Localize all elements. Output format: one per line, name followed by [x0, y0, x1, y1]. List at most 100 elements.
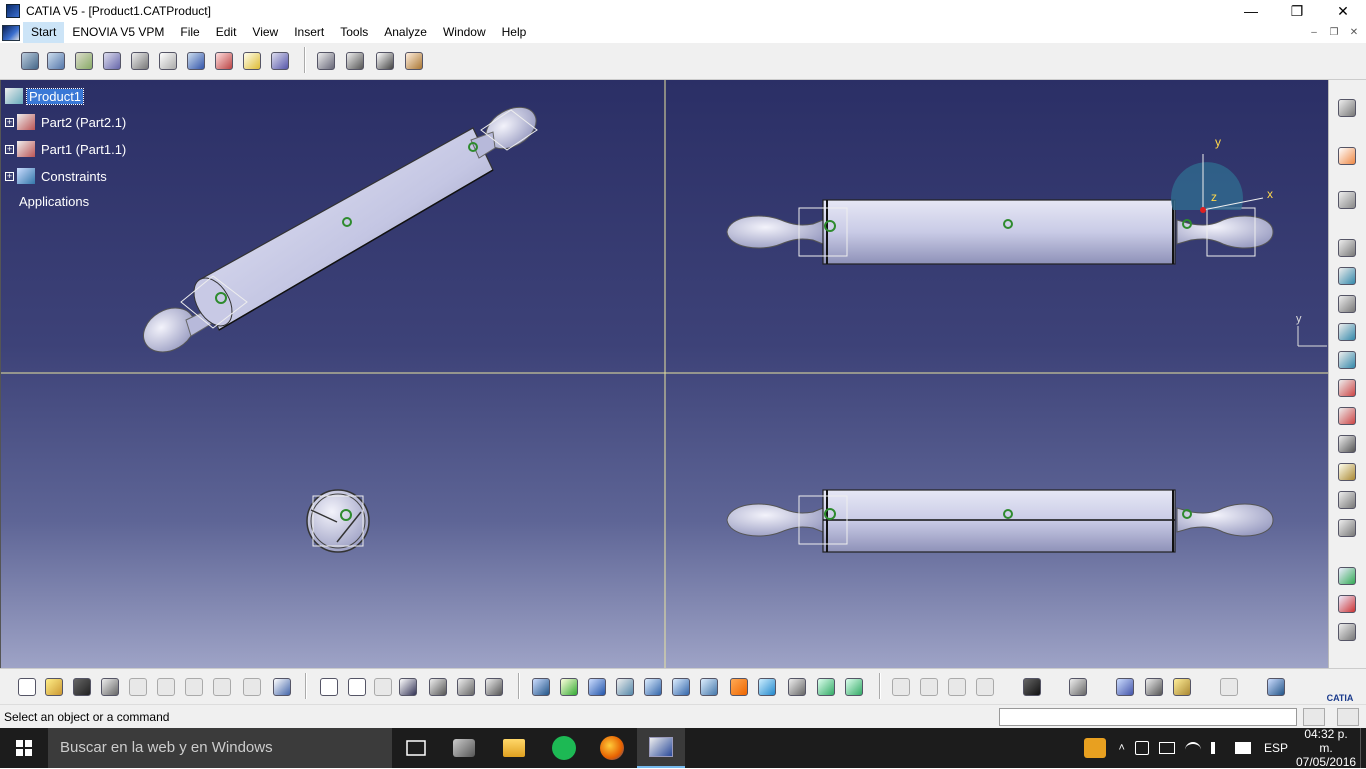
input-language[interactable]: ESP — [1264, 741, 1288, 755]
doc-minimize-button[interactable]: – — [1304, 22, 1324, 43]
action-center-icon[interactable] — [1234, 742, 1251, 754]
fix-component-icon[interactable] — [1335, 348, 1359, 372]
menu-tools[interactable]: Tools — [332, 22, 376, 43]
measure-item-icon[interactable] — [917, 675, 941, 699]
new-file-icon[interactable] — [15, 675, 39, 699]
analysis-icon[interactable] — [973, 675, 997, 699]
measure-inertia-icon[interactable] — [945, 675, 969, 699]
copy-icon[interactable] — [154, 675, 178, 699]
tree-label-constraints[interactable]: Constraints — [39, 169, 109, 184]
existing-component-icon[interactable] — [100, 49, 124, 73]
tree-node-applications[interactable]: Applications — [17, 194, 91, 209]
close-button[interactable]: ✕ — [1320, 0, 1366, 22]
windows-start-button[interactable] — [0, 728, 48, 768]
fit-all-in-icon[interactable] — [557, 675, 581, 699]
formula-icon[interactable] — [317, 675, 341, 699]
wifi-icon[interactable] — [1184, 742, 1201, 754]
scenes-icon[interactable] — [1066, 675, 1090, 699]
generate-numbering-icon[interactable] — [212, 49, 236, 73]
selection-trap-icon[interactable] — [1335, 188, 1359, 212]
shading-icon[interactable] — [785, 675, 809, 699]
network-settings-icon[interactable] — [1134, 741, 1149, 755]
graph-tree-reorder-icon[interactable] — [184, 49, 208, 73]
catalog-browser-icon[interactable] — [426, 675, 450, 699]
menu-help[interactable]: Help — [494, 22, 535, 43]
hide-show-icon[interactable] — [814, 675, 838, 699]
taskbar-clock[interactable]: 04:32 p. m. 07/05/2016 — [1296, 727, 1356, 769]
macros-icon[interactable] — [482, 675, 506, 699]
multi-view-icon[interactable] — [727, 675, 751, 699]
pocket-icon[interactable] — [1335, 620, 1359, 644]
notification-app-icon[interactable] — [1083, 738, 1106, 758]
new-product-icon[interactable] — [44, 49, 68, 73]
open-folder-icon[interactable] — [42, 675, 66, 699]
catia-taskbar-icon[interactable] — [637, 728, 685, 768]
command-validate-button[interactable] — [1303, 708, 1325, 726]
quick-constraint-icon[interactable] — [1335, 404, 1359, 428]
snap-icon[interactable] — [343, 49, 367, 73]
rotate-icon[interactable] — [613, 675, 637, 699]
angle-constraint-icon[interactable] — [1335, 320, 1359, 344]
iso-view-icon[interactable] — [755, 675, 779, 699]
knowledge-advisor-icon[interactable] — [345, 675, 369, 699]
tree-label-root[interactable]: Product1 — [25, 87, 85, 105]
eraser-icon[interactable] — [1264, 675, 1288, 699]
command-cancel-button[interactable] — [1337, 708, 1359, 726]
pan-icon[interactable] — [585, 675, 609, 699]
menu-file[interactable]: File — [172, 22, 207, 43]
manage-representations-icon[interactable] — [268, 49, 292, 73]
menu-window[interactable]: Window — [435, 22, 494, 43]
update-all-icon[interactable] — [1335, 516, 1359, 540]
save-icon[interactable] — [70, 675, 94, 699]
tree-label-part2[interactable]: Part2 (Part2.1) — [39, 115, 128, 130]
contact-constraint-icon[interactable] — [1335, 264, 1359, 288]
split-icon[interactable] — [1335, 564, 1359, 588]
cut-icon[interactable] — [126, 675, 150, 699]
whats-this-help-icon[interactable] — [270, 675, 294, 699]
redo-icon[interactable] — [240, 675, 264, 699]
viewport-3d[interactable]: y x z y Product1 + Part2 (Part2.1) + Par… — [0, 80, 1328, 668]
sketch-pencil-icon[interactable] — [156, 49, 180, 73]
tree-node-product1[interactable]: Product1 — [5, 87, 85, 105]
tree-node-part1[interactable]: + Part1 (Part1.1) — [5, 141, 128, 157]
table-icon[interactable] — [396, 675, 420, 699]
taskbar-search-box[interactable]: Buscar en la web y en Windows — [48, 728, 392, 768]
app-icon-generic[interactable] — [440, 728, 488, 768]
offset-constraint-icon[interactable] — [1335, 292, 1359, 316]
show-desktop-button[interactable] — [1360, 728, 1366, 768]
doc-close-button[interactable]: ✕ — [1344, 22, 1364, 43]
reuse-pattern-icon[interactable] — [1335, 488, 1359, 512]
expand-icon[interactable]: + — [5, 117, 14, 127]
hole-icon[interactable] — [1335, 592, 1359, 616]
clash-icon[interactable] — [1113, 675, 1137, 699]
undo-icon[interactable] — [210, 675, 234, 699]
select-arrow-icon[interactable] — [1335, 144, 1359, 168]
zoom-out-icon[interactable] — [669, 675, 693, 699]
swap-visible-space-icon[interactable] — [842, 675, 866, 699]
doc-restore-button[interactable]: ❐ — [1324, 22, 1344, 43]
minimize-button[interactable]: — — [1228, 0, 1274, 22]
task-view-icon[interactable] — [392, 728, 440, 768]
sectioning-icon[interactable] — [1142, 675, 1166, 699]
menu-insert[interactable]: Insert — [286, 22, 332, 43]
new-part-icon[interactable] — [72, 49, 96, 73]
tree-node-part2[interactable]: + Part2 (Part2.1) — [5, 114, 128, 130]
menu-view[interactable]: View — [244, 22, 286, 43]
file-explorer-icon[interactable] — [490, 728, 538, 768]
command-input[interactable] — [999, 708, 1297, 726]
change-constraint-icon[interactable] — [1335, 460, 1359, 484]
measure-between-icon[interactable] — [889, 675, 913, 699]
capture-camera-icon[interactable] — [1020, 675, 1044, 699]
zoom-in-icon[interactable] — [641, 675, 665, 699]
explode-icon[interactable] — [373, 49, 397, 73]
show-hidden-icons-chevron[interactable]: ˄ — [1119, 742, 1125, 754]
update-cycle-icon[interactable] — [1217, 675, 1241, 699]
expand-icon[interactable]: + — [5, 144, 14, 154]
paste-icon[interactable] — [182, 675, 206, 699]
expand-icon[interactable]: + — [5, 171, 14, 181]
distance-band-icon[interactable] — [1170, 675, 1194, 699]
normal-view-icon[interactable] — [697, 675, 721, 699]
tree-node-constraints[interactable]: + Constraints — [5, 168, 109, 184]
menu-start[interactable]: Start — [23, 22, 65, 43]
battery-icon[interactable] — [1158, 742, 1175, 754]
